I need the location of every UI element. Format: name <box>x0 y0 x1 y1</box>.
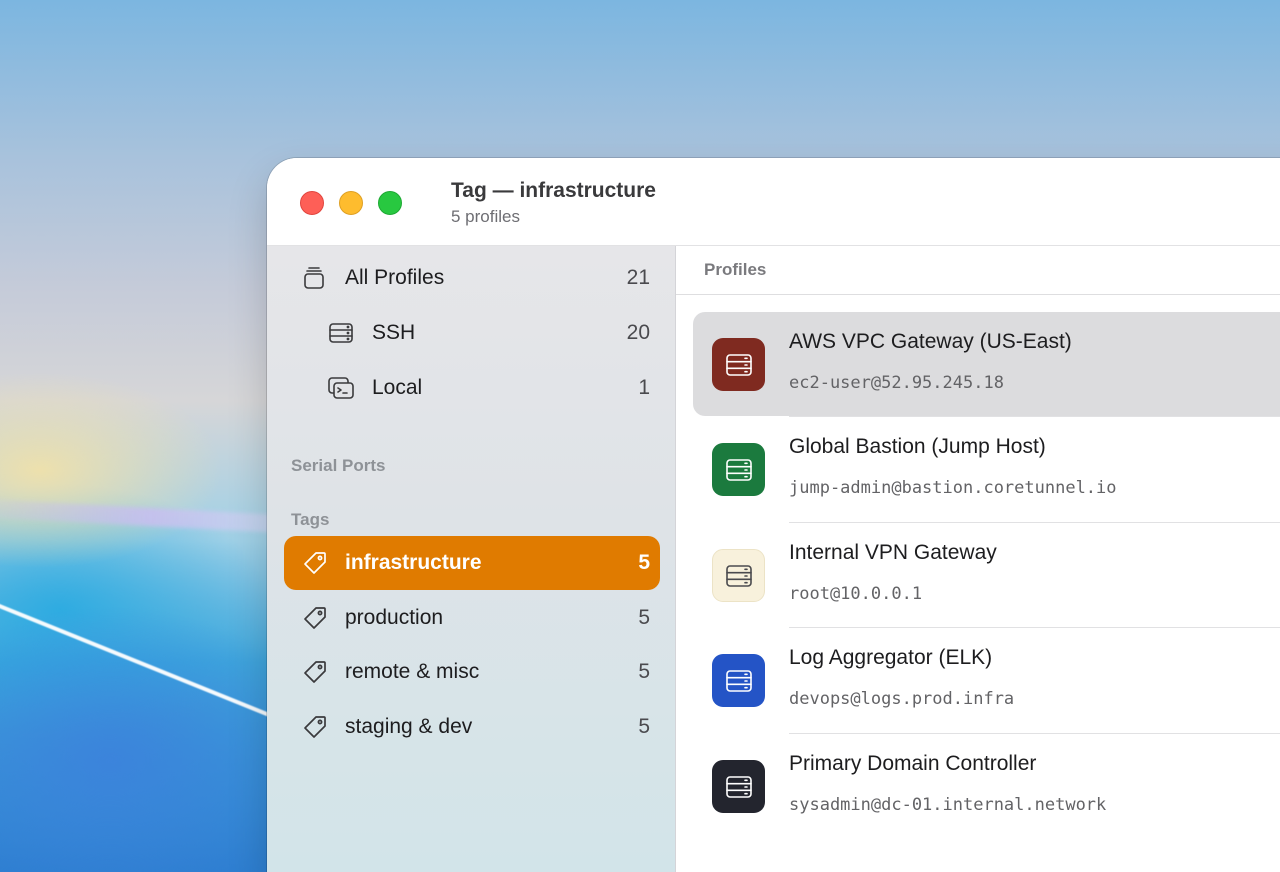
sidebar-tag-item[interactable]: remote & misc 5 <box>284 645 660 699</box>
sidebar-item-all-profiles[interactable]: All Profiles 21 <box>284 251 660 305</box>
server-icon <box>712 654 765 707</box>
title-bar: Tag — infrastructure 5 profiles <box>267 158 1280 246</box>
sidebar-tag-item[interactable]: infrastructure 5 <box>284 536 660 590</box>
tag-icon <box>301 549 329 577</box>
list-header-label: Profiles <box>704 260 767 279</box>
server-icon <box>712 443 765 496</box>
list-header: Profiles <box>676 246 1280 295</box>
row-divider <box>789 627 1280 628</box>
tag-count: 5 <box>638 660 650 683</box>
sidebar-item-label: All Profiles <box>345 266 445 289</box>
profile-name: Primary Domain Controller <box>789 752 1037 775</box>
profile-address: devops@logs.prod.infra <box>789 689 1015 709</box>
zoom-button[interactable] <box>378 191 402 215</box>
sidebar-tag-item[interactable]: production 5 <box>284 591 660 645</box>
row-divider <box>789 416 1280 417</box>
profile-name: Internal VPN Gateway <box>789 541 997 564</box>
wallpaper-line <box>0 596 286 724</box>
profile-name: Log Aggregator (ELK) <box>789 646 993 669</box>
minimize-button[interactable] <box>339 191 363 215</box>
tag-label: staging & dev <box>345 715 473 738</box>
server-icon <box>712 760 765 813</box>
profile-row[interactable]: Global Bastion (Jump Host) jump-admin@bas… <box>693 417 1280 521</box>
profile-row[interactable]: AWS VPC Gateway (US-East) ec2-user@52.95.… <box>693 312 1280 416</box>
window-subtitle: 5 profiles <box>451 207 520 226</box>
tag-icon <box>301 713 329 741</box>
section-header-serial-ports[interactable]: Serial Ports <box>291 456 386 476</box>
sidebar-item-count: 21 <box>626 266 650 289</box>
sidebar-item-label: Local <box>372 376 423 399</box>
tag-count: 5 <box>638 551 650 574</box>
stack-icon <box>300 264 328 292</box>
profile-address: ec2-user@52.95.245.18 <box>789 373 1004 393</box>
sidebar-tag-item[interactable]: staging & dev 5 <box>284 700 660 754</box>
tag-label: production <box>345 606 444 629</box>
app-window: Tag — infrastructure 5 profiles All Prof… <box>267 158 1280 872</box>
row-divider <box>789 733 1280 734</box>
tag-count: 5 <box>638 606 650 629</box>
tag-label: remote & misc <box>345 660 480 683</box>
sidebar-item-label: SSH <box>372 321 416 344</box>
profile-row[interactable]: Internal VPN Gateway root@10.0.0.1 <box>693 523 1280 627</box>
sidebar-item-count: 20 <box>626 321 650 344</box>
sidebar-item-count: 1 <box>638 376 650 399</box>
sidebar-item-ssh[interactable]: SSH 20 <box>284 306 660 360</box>
tag-label: infrastructure <box>345 551 482 574</box>
profile-row[interactable]: Log Aggregator (ELK) devops@logs.prod.inf… <box>693 628 1280 732</box>
profile-address: sysadmin@dc-01.internal.network <box>789 795 1107 815</box>
terminal-window-icon <box>327 374 355 402</box>
window-title: Tag — infrastructure <box>451 179 656 202</box>
profile-name: Global Bastion (Jump Host) <box>789 435 1046 458</box>
tag-icon <box>301 604 329 632</box>
profile-list-pane: Profiles AWS VPC Gateway (US-East) ec2-us… <box>676 246 1280 872</box>
server-icon <box>327 319 355 347</box>
sidebar: All Profiles 21 SSH 20 Local 1 Serial Po… <box>267 246 676 872</box>
section-header-tags: Tags <box>291 510 330 529</box>
profile-address: root@10.0.0.1 <box>789 584 923 604</box>
tag-icon <box>301 658 329 686</box>
server-icon <box>712 549 765 602</box>
server-icon <box>712 338 765 391</box>
profile-name: AWS VPC Gateway (US-East) <box>789 330 1072 353</box>
sidebar-item-local[interactable]: Local 1 <box>284 361 660 415</box>
profile-address: jump-admin@bastion.coretunnel.io <box>789 478 1117 498</box>
close-button[interactable] <box>300 191 324 215</box>
tag-count: 5 <box>638 715 650 738</box>
row-divider <box>789 522 1280 523</box>
profile-row[interactable]: Primary Domain Controller sysadmin@dc-01.… <box>693 734 1280 838</box>
